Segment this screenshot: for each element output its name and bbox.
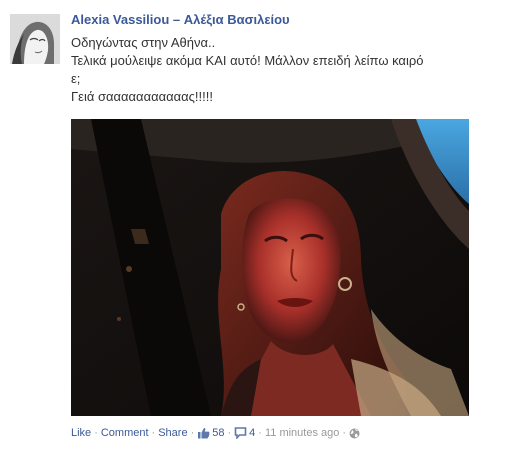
author-avatar[interactable] bbox=[10, 14, 60, 64]
share-link[interactable]: Share bbox=[158, 427, 187, 439]
post-message-line: Οδηγώντας στην Αθήνα.. bbox=[71, 35, 216, 50]
action-separator: · bbox=[342, 427, 347, 439]
post-message-line: Γειά σααααααααααας!!!!! bbox=[71, 89, 213, 104]
author-name-link[interactable]: Alexia Vassiliou – Αλέξια Βασιλείου bbox=[71, 12, 501, 28]
action-separator: · bbox=[151, 427, 156, 439]
likes-count: 58 bbox=[212, 427, 225, 439]
speech-bubble-icon bbox=[234, 427, 247, 443]
comments-count-link[interactable]: 4 bbox=[234, 427, 255, 440]
post-timestamp[interactable]: 11 minutes ago bbox=[265, 427, 339, 439]
story-content: Alexia Vassiliou – Αλέξια Βασιλείου Οδηγ… bbox=[71, 12, 501, 106]
feed-story: Alexia Vassiliou – Αλέξια Βασιλείου Οδηγ… bbox=[0, 0, 511, 452]
action-separator: · bbox=[190, 427, 195, 439]
action-separator: · bbox=[258, 427, 262, 439]
post-message-line: ε; bbox=[71, 71, 81, 86]
post-message: Οδηγώντας στην Αθήνα.. Τελικά μούλειψε α… bbox=[71, 34, 501, 106]
likes-count-link[interactable]: 58 bbox=[197, 427, 225, 439]
action-separator: · bbox=[227, 427, 232, 439]
like-link[interactable]: Like bbox=[71, 427, 91, 439]
comment-link[interactable]: Comment bbox=[101, 427, 149, 439]
action-separator: · bbox=[94, 427, 98, 439]
thumbs-up-icon bbox=[197, 427, 210, 443]
globe-icon[interactable] bbox=[349, 428, 360, 443]
post-photo[interactable] bbox=[71, 119, 469, 416]
story-actions: Like · Comment · Share · 58 · 4 · 11 minutes ago · bbox=[71, 426, 362, 443]
post-message-line: Τελικά μούλειψε ακόμα ΚΑΙ αυτό! Μάλλον ε… bbox=[71, 53, 424, 68]
